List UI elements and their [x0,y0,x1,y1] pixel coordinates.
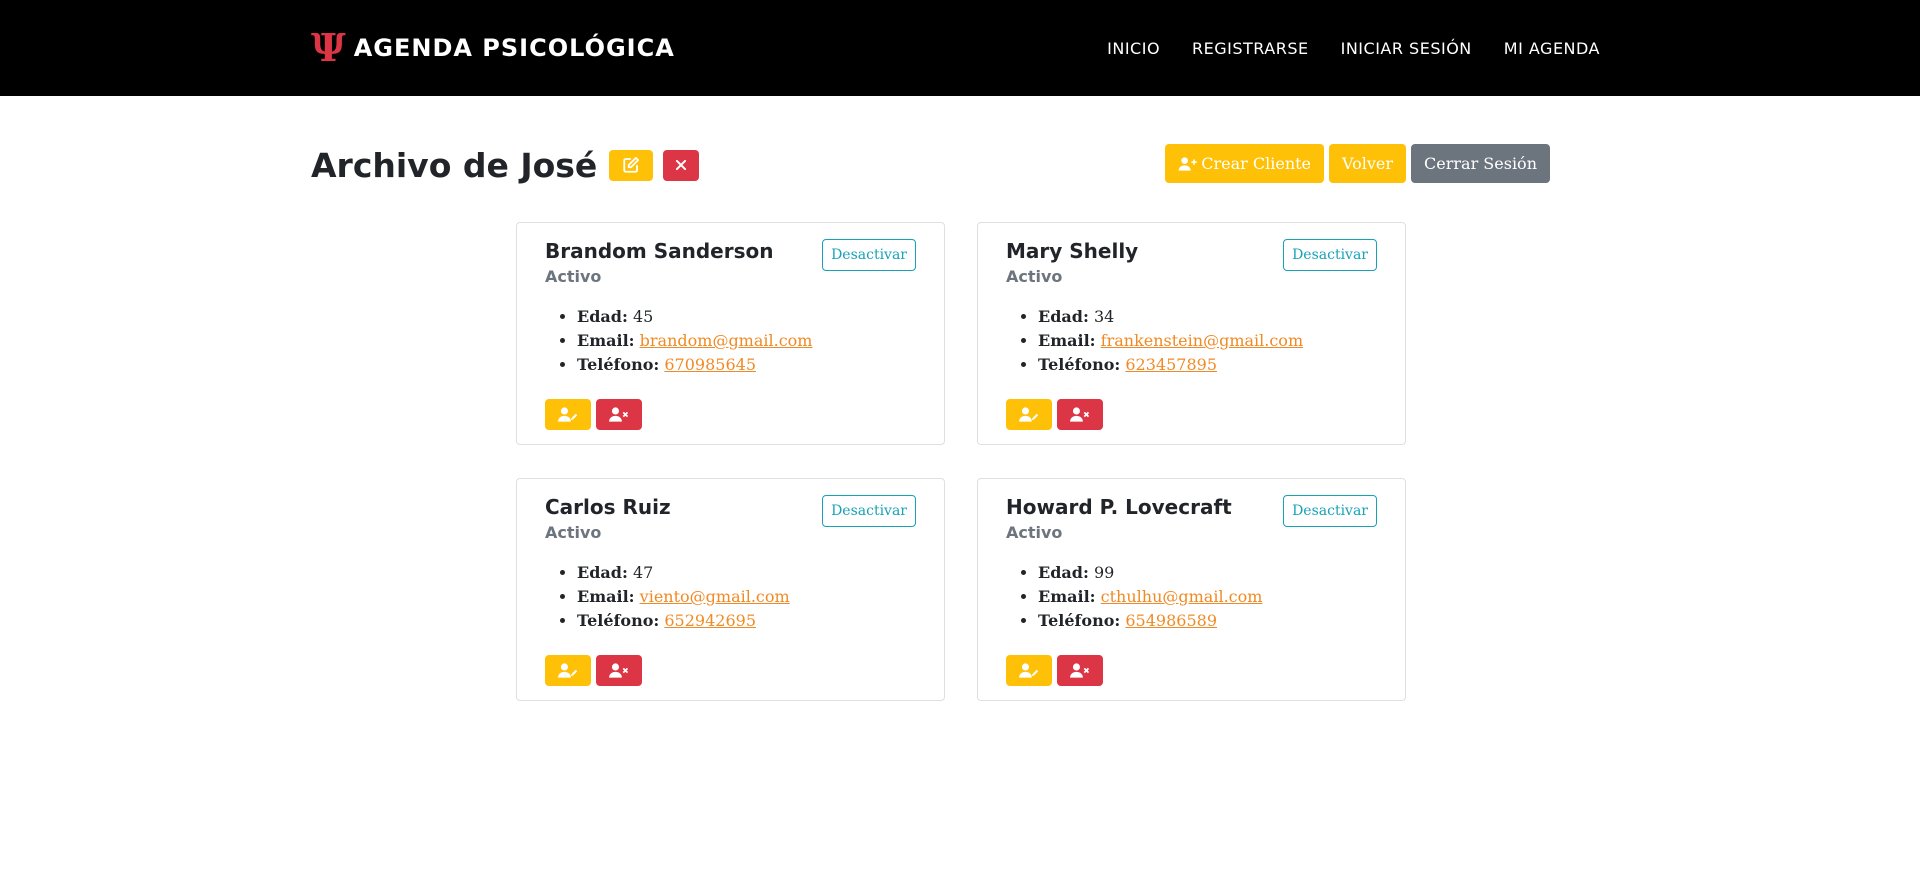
client-email: Email: cthulhu@gmail.com [1038,585,1262,609]
client-email-link[interactable]: frankenstein@gmail.com [1101,331,1303,350]
client-email-link[interactable]: viento@gmail.com [640,587,790,606]
client-email: Email: frankenstein@gmail.com [1038,329,1303,353]
user-plus-icon [1178,156,1197,171]
client-name: Mary Shelly [1006,239,1139,263]
user-remove-icon [1070,663,1090,678]
nav-link-mi-agenda[interactable]: MI AGENDA [1504,39,1600,58]
user-edit-icon [558,407,578,422]
client-card: Howard P. Lovecraft Activo Desactivar Ed… [977,478,1406,701]
user-remove-icon [609,407,629,422]
edit-client-button[interactable] [545,399,591,430]
client-actions [545,399,642,430]
remove-client-button[interactable] [596,399,642,430]
brand-link[interactable]: Ψ AGENDA PSICOLÓGICA [311,28,675,68]
deactivate-button[interactable]: Desactivar [1283,239,1377,271]
nav-link-inicio[interactable]: INICIO [1107,39,1160,58]
edit-client-button[interactable] [1006,655,1052,686]
close-icon [676,159,687,171]
remove-client-button[interactable] [1057,399,1103,430]
client-phone-link[interactable]: 652942695 [664,611,756,630]
client-email-link[interactable]: cthulhu@gmail.com [1101,587,1263,606]
client-phone-link[interactable]: 623457895 [1125,355,1217,374]
logout-button[interactable]: Cerrar Sesión [1411,144,1550,183]
deactivate-button[interactable]: Desactivar [822,239,916,271]
edit-icon [623,156,640,173]
client-age: Edad: 47 [577,561,790,585]
user-remove-icon [1070,407,1090,422]
user-edit-icon [558,663,578,678]
client-status: Activo [1006,523,1063,542]
client-phone: Teléfono: 654986589 [1038,609,1262,633]
edit-client-button[interactable] [1006,399,1052,430]
navbar: Ψ AGENDA PSICOLÓGICA INICIO REGISTRARSE … [0,0,1920,96]
deactivate-button[interactable]: Desactivar [822,495,916,527]
edit-archive-button[interactable] [609,149,654,181]
client-details: Edad: 34 Email: frankenstein@gmail.com T… [1038,305,1303,377]
client-name: Howard P. Lovecraft [1006,495,1232,519]
client-actions [1006,399,1103,430]
client-card: Mary Shelly Activo Desactivar Edad: 34 E… [977,222,1406,445]
client-status: Activo [545,267,602,286]
user-edit-icon [1019,407,1039,422]
client-details: Edad: 45 Email: brandom@gmail.com Teléfo… [577,305,812,377]
client-phone: Teléfono: 652942695 [577,609,790,633]
client-phone-link[interactable]: 670985645 [664,355,756,374]
client-phone: Teléfono: 623457895 [1038,353,1303,377]
client-actions [545,655,642,686]
client-email-link[interactable]: brandom@gmail.com [640,331,813,350]
client-status: Activo [1006,267,1063,286]
deactivate-button[interactable]: Desactivar [1283,495,1377,527]
client-details: Edad: 99 Email: cthulhu@gmail.com Teléfo… [1038,561,1262,633]
psi-logo-icon: Ψ [311,25,346,70]
user-edit-icon [1019,663,1039,678]
client-phone: Teléfono: 670985645 [577,353,812,377]
client-card: Carlos Ruiz Activo Desactivar Edad: 47 E… [516,478,945,701]
client-phone-link[interactable]: 654986589 [1125,611,1217,630]
back-button[interactable]: Volver [1329,144,1407,183]
create-client-button[interactable]: Crear Cliente [1165,144,1325,183]
edit-client-button[interactable] [545,655,591,686]
nav-link-iniciar-sesion[interactable]: INICIAR SESIÓN [1341,39,1472,58]
client-name: Brandom Sanderson [545,239,774,263]
remove-client-button[interactable] [1057,655,1103,686]
client-name: Carlos Ruiz [545,495,671,519]
delete-archive-button[interactable] [663,149,700,181]
user-remove-icon [609,663,629,678]
client-card: Brandom Sanderson Activo Desactivar Edad… [516,222,945,445]
client-email: Email: viento@gmail.com [577,585,790,609]
page-title: Archivo de José [311,145,598,185]
remove-client-button[interactable] [596,655,642,686]
nav-link-registrarse[interactable]: REGISTRARSE [1192,39,1309,58]
client-age: Edad: 99 [1038,561,1262,585]
client-status: Activo [545,523,602,542]
client-age: Edad: 34 [1038,305,1303,329]
client-email: Email: brandom@gmail.com [577,329,812,353]
client-actions [1006,655,1103,686]
brand-name: AGENDA PSICOLÓGICA [353,34,675,62]
nav-links: INICIO REGISTRARSE INICIAR SESIÓN MI AGE… [1107,0,1600,96]
client-age: Edad: 45 [577,305,812,329]
page-actions: Crear Cliente Volver Cerrar Sesión [1165,144,1550,183]
page-header: Archivo de José [311,143,700,187]
client-details: Edad: 47 Email: viento@gmail.com Teléfon… [577,561,790,633]
create-client-label: Crear Cliente [1201,154,1312,173]
